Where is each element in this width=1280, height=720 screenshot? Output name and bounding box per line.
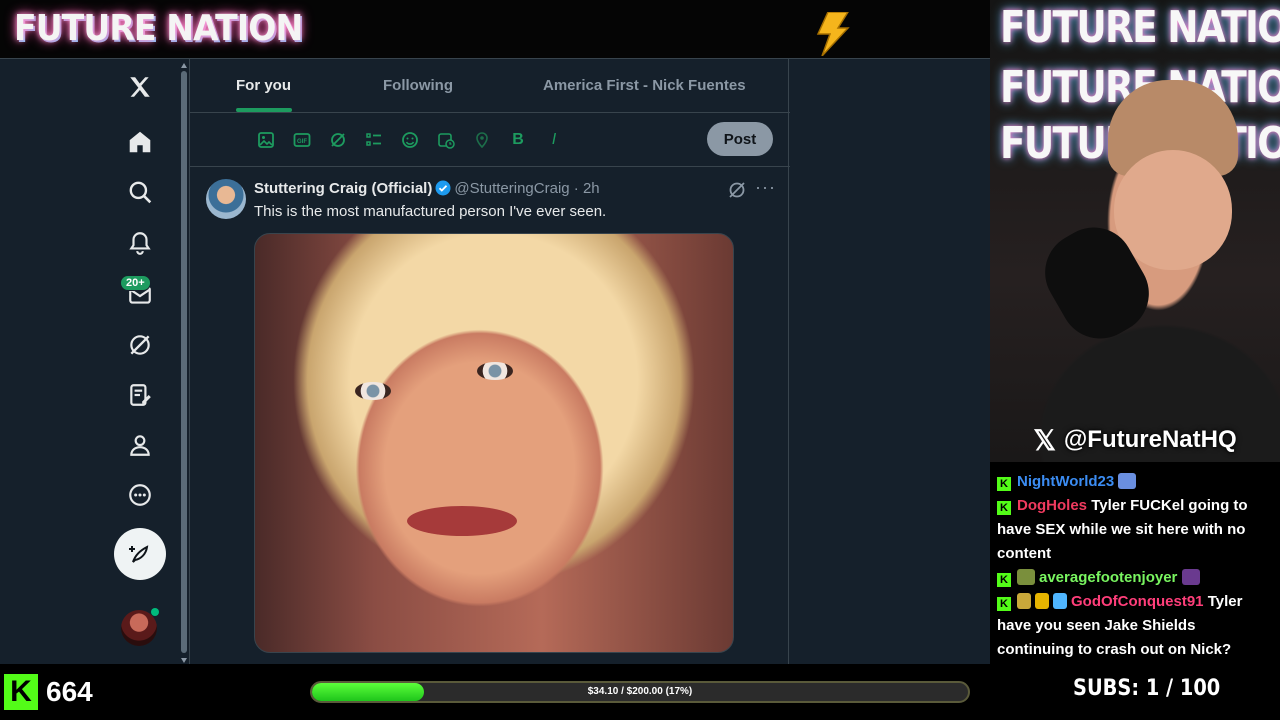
home-timeline: For you Following America First - Nick F…	[189, 59, 790, 665]
tweet-author-handle[interactable]: @StutteringCraig	[454, 180, 569, 197]
chat-message: K GodOfConquest91 Tyler have you seen Jak…	[997, 590, 1272, 662]
lightning-bolt-icon	[816, 12, 850, 56]
donation-goal-bar: $34.10 / $200.00 (17%)	[310, 681, 970, 703]
sub-goal-counter: SUBS: 1 / 100	[1073, 676, 1221, 701]
kick-badge-icon: K	[997, 573, 1011, 587]
grok-explain-icon[interactable]	[727, 180, 747, 200]
crown-badge-icon	[1035, 593, 1049, 609]
poll-icon[interactable]	[363, 129, 385, 151]
emoji-icon[interactable]	[399, 129, 421, 151]
active-tab-indicator	[236, 108, 292, 112]
bold-icon[interactable]: B	[507, 129, 529, 151]
search-icon[interactable]	[114, 170, 166, 214]
tweet-author-avatar[interactable]	[206, 179, 246, 219]
notifications-icon[interactable]	[114, 221, 166, 265]
gif-icon[interactable]: GIF	[291, 129, 313, 151]
stream-top-bar: FUTURE NATION	[0, 0, 990, 58]
emote-icon	[1118, 473, 1137, 489]
x-handle-text: @FutureNatHQ	[1063, 426, 1237, 453]
kick-badge-icon: K	[997, 477, 1011, 491]
chat-username[interactable]: DogHoles	[1017, 497, 1087, 514]
webcam-neon-sign-1: FUTURE NATION	[1000, 2, 1280, 53]
tab-for-you[interactable]: For you	[236, 59, 291, 113]
donation-goal-text: $34.10 / $200.00 (17%)	[587, 686, 693, 697]
compose-post-button[interactable]	[114, 528, 166, 580]
badge-emote-icon	[1017, 569, 1035, 585]
location-icon[interactable]	[471, 129, 493, 151]
image-lips	[407, 506, 517, 536]
messages-count-badge: 20+	[120, 275, 151, 291]
timeline-tabs: For you Following America First - Nick F…	[190, 59, 790, 113]
chat-username[interactable]: NightWorld23	[1017, 473, 1114, 490]
emote-icon	[1181, 569, 1200, 585]
tweet[interactable]: Stuttering Craig (Official) @StutteringCr…	[190, 167, 790, 665]
x-sidebar: 20+	[0, 59, 180, 665]
online-status-dot	[151, 608, 159, 616]
image-eye-left	[355, 382, 391, 400]
italic-icon[interactable]: I	[543, 129, 565, 151]
stream-screen: FUTURE NATION 20+ For you Following Amer…	[0, 0, 1280, 720]
tweet-timestamp[interactable]: · 2h	[574, 180, 600, 197]
image-eye-right	[477, 362, 513, 380]
svg-text:GIF: GIF	[297, 139, 307, 145]
schedule-icon[interactable]	[435, 129, 457, 151]
profile-icon[interactable]	[114, 423, 166, 467]
tweet-media-image[interactable]	[254, 233, 734, 653]
tab-following[interactable]: Following	[383, 59, 453, 113]
account-avatar[interactable]	[121, 610, 157, 646]
subscriber-badge-icon	[1017, 593, 1031, 609]
tweet-more-icon[interactable]: ···	[755, 177, 776, 198]
scroll-up-arrow-icon[interactable]	[181, 63, 187, 68]
sidebar-scrollbar[interactable]	[180, 63, 188, 663]
viewer-count: 664	[46, 676, 93, 707]
image-icon[interactable]	[255, 129, 277, 151]
tab-america-first[interactable]: America First - Nick Fuentes	[543, 59, 746, 113]
scroll-down-arrow-icon[interactable]	[181, 658, 187, 663]
grok-icon[interactable]	[327, 129, 349, 151]
tweet-header: Stuttering Craig (Official) @StutteringCr…	[254, 180, 600, 197]
streamer-webcam: FUTURE NATION FUTURE NATION FUTURE NATIO…	[990, 0, 1280, 462]
grok-icon[interactable]	[114, 323, 166, 367]
tweet-author-name[interactable]: Stuttering Craig (Official)	[254, 180, 432, 197]
verified-badge-icon	[435, 180, 451, 196]
streamer-face	[1114, 150, 1232, 270]
chat-username[interactable]: GodOfConquest91	[1071, 593, 1204, 610]
chat-message: Kaveragefootenjoyer	[997, 566, 1272, 590]
home-icon[interactable]	[114, 120, 166, 164]
sword-badge-icon	[1053, 593, 1067, 609]
feather-plus-icon	[129, 545, 149, 563]
more-icon[interactable]	[114, 473, 166, 517]
chat-message: K DogHoles Tyler FUCKel going to have SEX…	[997, 494, 1272, 566]
x-logo-icon[interactable]	[114, 65, 166, 109]
stream-brand-logo: FUTURE NATION	[14, 8, 303, 49]
chat-username[interactable]: averagefootenjoyer	[1039, 569, 1177, 586]
kick-logo-icon: K	[4, 674, 38, 710]
post-button[interactable]: Post	[707, 122, 773, 156]
chat-message: K NightWorld23	[997, 470, 1272, 494]
post-composer-toolbar: GIF B I Post	[190, 113, 790, 167]
kick-badge-icon: K	[997, 501, 1011, 515]
stream-bottom-bar: K 664 $34.10 / $200.00 (17%) SUBS: 1 / 1…	[0, 664, 1280, 720]
tweet-text: This is the most manufactured person I'v…	[254, 203, 607, 220]
x-browser-window: 20+ For you Following America First - Ni…	[0, 58, 990, 665]
kick-badge-icon: K	[997, 597, 1011, 611]
stream-chat: K NightWorld23 K DogHoles Tyler FUCKel goi…	[990, 462, 1280, 664]
x-handle-banner: 𝕏 @FutureNatHQ	[990, 418, 1280, 462]
lists-icon[interactable]	[114, 373, 166, 417]
x-logo-icon: 𝕏	[1033, 424, 1056, 456]
scrollbar-thumb[interactable]	[181, 71, 187, 653]
